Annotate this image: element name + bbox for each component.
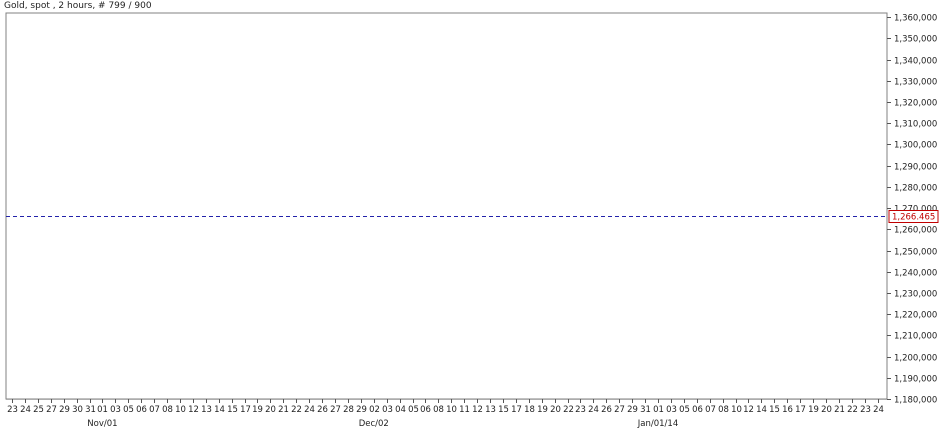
x-tick-label: 05 [408, 405, 419, 415]
x-tick-label: 24 [20, 405, 31, 415]
x-tick-label: 19 [252, 405, 263, 415]
x-tick-label: 01 [97, 405, 108, 415]
plot-frame [5, 12, 888, 400]
y-tick-label: 1,250,000 [894, 248, 937, 258]
x-tick-label: 03 [666, 405, 677, 415]
x-tick-label: 23 [575, 405, 586, 415]
x-tick-label: 25 [33, 405, 44, 415]
x-tick-label: 10 [175, 405, 186, 415]
x-tick-label: 08 [433, 405, 444, 415]
x-tick-label: 22 [563, 405, 574, 415]
x-tick-label: 14 [214, 405, 225, 415]
x-tick-label: 01 [653, 405, 664, 415]
x-tick-label: 28 [343, 405, 354, 415]
current-price-label: 1,266.465 [892, 213, 935, 223]
x-tick-label: 22 [847, 405, 858, 415]
x-tick-label: 23 [7, 405, 18, 415]
x-tick-label: 23 [860, 405, 871, 415]
y-tick-label: 1,290,000 [894, 163, 937, 173]
month-labels: Nov/01 Dec/02 Jan/01/14 [87, 419, 678, 429]
x-tick-label: 29 [356, 405, 367, 415]
x-tick-label: 10 [446, 405, 457, 415]
x-tick-label: 24 [588, 405, 599, 415]
x-tick-label: 07 [149, 405, 160, 415]
x-tick-label: 12 [743, 405, 754, 415]
x-tick-label: 24 [304, 405, 315, 415]
y-tick-label: 1,340,000 [894, 57, 937, 67]
x-tick-label: 14 [756, 405, 767, 415]
x-tick-label: 29 [627, 405, 638, 415]
x-tick-label: 15 [227, 405, 238, 415]
y-tick-label: 1,260,000 [894, 226, 937, 236]
x-tick-label: 03 [382, 405, 393, 415]
x-tick-label: 15 [498, 405, 509, 415]
x-tick-label: 08 [162, 405, 173, 415]
y-tick-label: 1,310,000 [894, 120, 937, 130]
x-tick-label: 31 [640, 405, 651, 415]
y-tick-label: 1,210,000 [894, 332, 937, 342]
y-tick-label: 1,190,000 [894, 375, 937, 385]
y-tick-label: 1,300,000 [894, 141, 937, 151]
y-tick-label: 1,200,000 [894, 354, 937, 364]
x-tick-label: 12 [472, 405, 483, 415]
month-label: Nov/01 [87, 419, 117, 429]
x-tick-label: 20 [265, 405, 276, 415]
y-tick-label: 1,230,000 [894, 290, 937, 300]
y-tick-label: 1,180,000 [894, 396, 937, 406]
x-tick-label: 13 [485, 405, 496, 415]
x-tick-label: 29 [59, 405, 70, 415]
x-tick-label: 19 [537, 405, 548, 415]
x-tick-label: 02 [369, 405, 380, 415]
x-tick-label: 21 [834, 405, 845, 415]
x-tick-label: 16 [782, 405, 793, 415]
x-tick-label: 06 [136, 405, 147, 415]
y-tick-label: 1,330,000 [894, 78, 937, 88]
x-tick-label: 30 [72, 405, 83, 415]
y-tick-label: 1,240,000 [894, 269, 937, 279]
y-tick-label: 1,350,000 [894, 35, 937, 45]
x-tick-label: 21 [278, 405, 289, 415]
x-tick-label: 18 [524, 405, 535, 415]
x-tick-label: 03 [110, 405, 121, 415]
x-tick-label: 15 [769, 405, 780, 415]
x-tick-label: 19 [808, 405, 819, 415]
y-tick-label: 1,360,000 [894, 14, 937, 24]
y-tick-label: 1,320,000 [894, 99, 937, 109]
x-tick-label: 26 [601, 405, 612, 415]
x-tick-label: 24 [873, 405, 884, 415]
x-tick-label: 11 [459, 405, 470, 415]
x-tick-label: 22 [291, 405, 302, 415]
x-tick-label: 08 [718, 405, 729, 415]
y-tick-label: 1,220,000 [894, 311, 937, 321]
y-axis-labels: 1,180,000 1,190,000 1,200,000 1,210,000 1,22… [894, 14, 937, 406]
x-tick-label: 12 [188, 405, 199, 415]
x-tick-label: 20 [821, 405, 832, 415]
x-tick-label: 26 [317, 405, 328, 415]
x-tick-label: 31 [85, 405, 96, 415]
axes [5, 12, 891, 403]
x-tick-label: 04 [395, 405, 406, 415]
x-tick-label: 20 [550, 405, 561, 415]
y-tick-label: 1,280,000 [894, 184, 937, 194]
x-tick-label: 17 [240, 405, 251, 415]
x-tick-label: 17 [511, 405, 522, 415]
month-label: Dec/02 [359, 419, 389, 429]
x-tick-label: 27 [46, 405, 57, 415]
x-axis-labels: 23 24 25 27 29 30 31 01 03 05 06 07 08 10 12 13 14 15 17 19… [7, 405, 884, 415]
x-tick-label: 06 [420, 405, 431, 415]
x-tick-label: 27 [330, 405, 341, 415]
x-tick-label: 06 [692, 405, 703, 415]
x-tick-label: 13 [201, 405, 212, 415]
x-tick-label: 17 [795, 405, 806, 415]
x-tick-label: 10 [731, 405, 742, 415]
x-tick-label: 07 [705, 405, 716, 415]
month-label: Jan/01/14 [637, 419, 678, 429]
x-tick-label: 05 [123, 405, 134, 415]
x-tick-label: 27 [614, 405, 625, 415]
x-tick-label: 05 [679, 405, 690, 415]
chart-area: 1,180,000 1,190,000 1,200,000 1,210,000 1,22… [5, 12, 939, 429]
